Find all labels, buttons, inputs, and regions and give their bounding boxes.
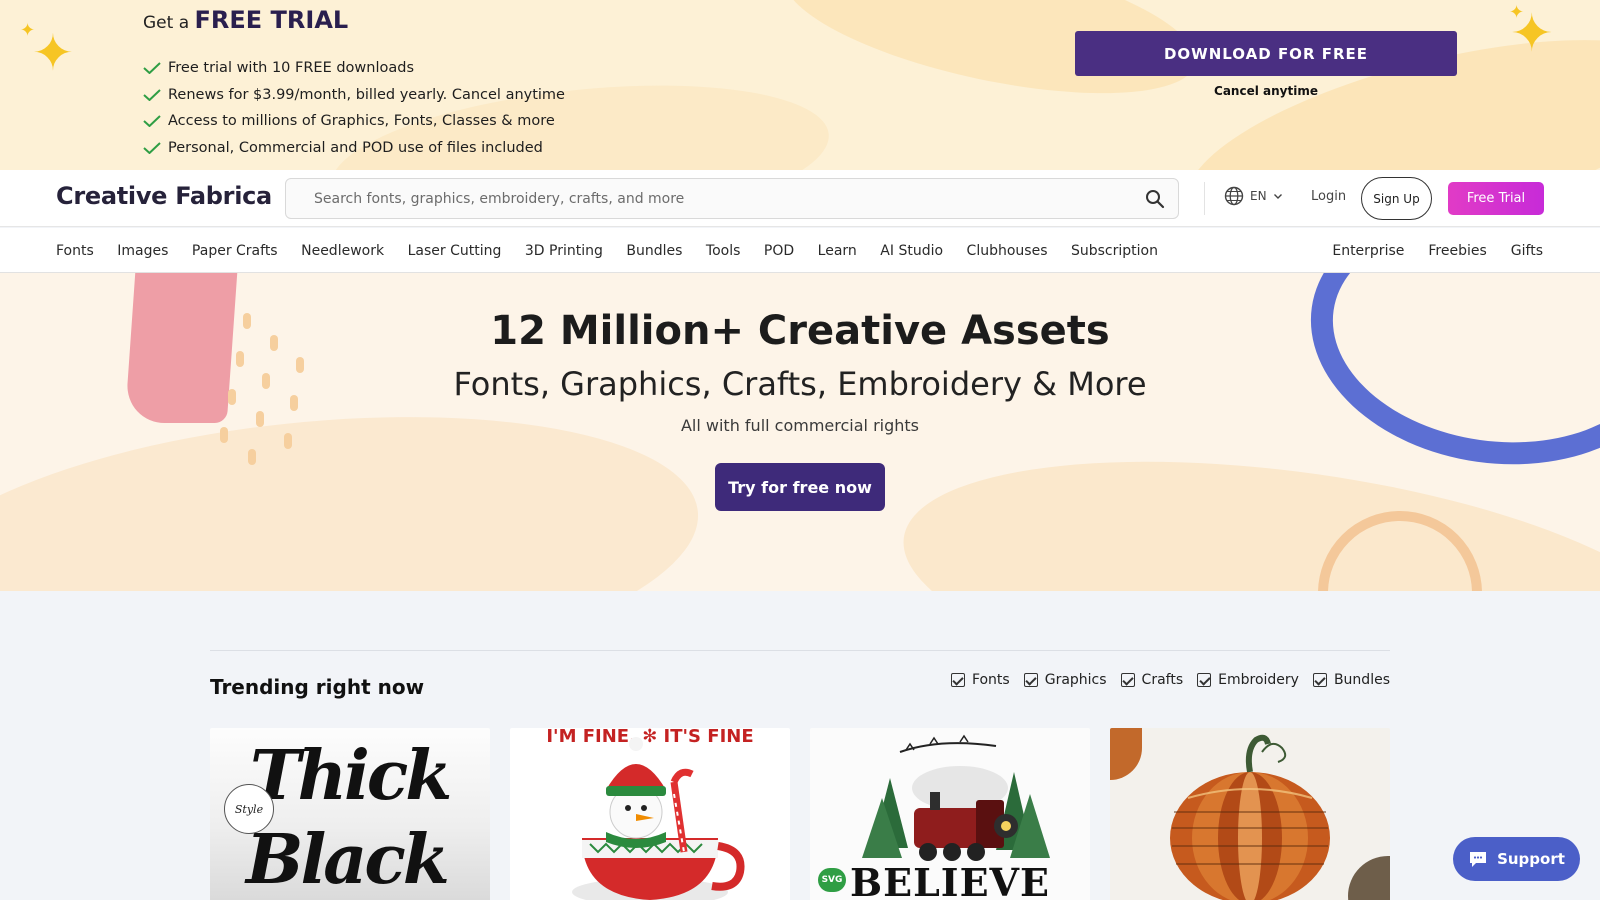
nav-item-needlework[interactable]: Needlework (301, 243, 384, 259)
main-nav-left: Fonts Images Paper Crafts Needlework Las… (56, 228, 1181, 273)
svg-badge: SVG (818, 868, 846, 892)
hero-subtitle: Fonts, Graphics, Crafts, Embroidery & Mo… (453, 365, 1147, 403)
promo-benefit: Access to millions of Graphics, Fonts, C… (143, 108, 565, 135)
checkbox-checked[interactable] (950, 673, 965, 687)
pumpkin-books-icon (1170, 734, 1330, 900)
promo-heading: Get a FREE TRIAL (143, 6, 348, 34)
free-trial-button[interactable]: Free Trial (1448, 182, 1544, 215)
checkbox-checked[interactable] (1312, 673, 1327, 687)
search-button[interactable] (1132, 179, 1178, 218)
nav-item-fonts[interactable]: Fonts (56, 243, 94, 259)
checkbox-checked[interactable] (1197, 673, 1212, 687)
product-card[interactable] (1110, 728, 1390, 900)
nav-item-gifts[interactable]: Gifts (1511, 243, 1543, 259)
product-card[interactable]: I'M FINE, ✻ IT'S FINE (510, 728, 790, 900)
language-selector[interactable]: EN (1224, 186, 1283, 206)
globe-icon (1224, 186, 1244, 206)
checkmark-icon (143, 142, 161, 154)
snowman-mug-illustration (572, 737, 745, 900)
search-bar (285, 178, 1179, 219)
nav-item-pod[interactable]: POD (764, 243, 794, 259)
site-header: Creative Fabrica EN Login Sign Up Free T… (0, 170, 1600, 227)
filter-bundles[interactable]: Bundles (1312, 672, 1390, 688)
hero-title: 12 Million+ Creative Assets (490, 308, 1110, 354)
site-logo[interactable]: Creative Fabrica (56, 182, 272, 210)
checkbox-checked[interactable] (1023, 673, 1038, 687)
filter-crafts[interactable]: Crafts (1120, 672, 1184, 688)
filter-label: Graphics (1044, 672, 1107, 688)
promo-benefit-text: Renews for $3.99/month, billed yearly. C… (168, 86, 565, 103)
filter-label: Embroidery (1218, 672, 1299, 688)
promo-banner: ✦ ✦ ✦ ✦ Get a FREE TRIAL Free trial with… (0, 0, 1600, 170)
nav-item-freebies[interactable]: Freebies (1428, 243, 1486, 259)
filter-graphics[interactable]: Graphics (1023, 672, 1107, 688)
decorative-dot (248, 449, 256, 465)
filter-fonts[interactable]: Fonts (950, 672, 1010, 688)
search-input[interactable] (286, 190, 1132, 207)
promo-benefit-text: Free trial with 10 FREE downloads (168, 60, 415, 77)
section-divider (210, 650, 1390, 651)
decorative-blob (0, 381, 712, 591)
filter-embroidery[interactable]: Embroidery (1197, 672, 1299, 688)
checkmark-icon (143, 115, 161, 128)
trending-filters: Fonts Graphics Crafts Embroidery Bundles (950, 672, 1390, 688)
promo-benefit: Renews for $3.99/month, billed yearly. C… (143, 82, 565, 109)
trending-title: Trending right now (210, 675, 425, 699)
style-badge-text: Style (234, 802, 264, 816)
card-text-top: Thick (250, 736, 452, 816)
style-badge: Style (224, 784, 274, 834)
checkmark-icon (143, 89, 161, 101)
support-label: Support (1497, 850, 1565, 868)
hero-note: All with full commercial rights (680, 416, 920, 435)
hero-section: 12 Million+ Creative Assets Fonts, Graph… (0, 273, 1600, 591)
sparkle-icon: ✦ (32, 24, 74, 82)
svg-badge-text: SVG (821, 875, 843, 885)
nav-item-images[interactable]: Images (117, 243, 168, 259)
checkmark-icon (143, 62, 161, 75)
chat-bubble-icon (1470, 852, 1487, 867)
promo-benefit: Free trial with 10 FREE downloads (143, 55, 565, 82)
support-button[interactable]: Support (1453, 837, 1580, 881)
cancel-anytime-note: Cancel anytime (1214, 84, 1318, 98)
promo-benefit-text: Access to millions of Graphics, Fonts, C… (168, 113, 555, 130)
promo-heading-strong: FREE TRIAL (194, 6, 349, 34)
product-card[interactable]: BELIEVE SVG (810, 728, 1090, 900)
promo-benefits-list: Free trial with 10 FREE downloads Renews… (143, 55, 565, 161)
search-icon (1146, 189, 1165, 208)
sparkle-icon: ✦ (1509, 2, 1525, 23)
nav-item-tools[interactable]: Tools (706, 243, 741, 259)
try-for-free-button[interactable]: Try for free now (715, 463, 885, 511)
nav-item-learn[interactable]: Learn (818, 243, 857, 259)
promo-benefit-text: Personal, Commercial and POD use of file… (168, 139, 543, 156)
card-text-bottom: Black (246, 820, 450, 900)
nav-item-subscription[interactable]: Subscription (1071, 243, 1158, 259)
nav-item-clubhouses[interactable]: Clubhouses (967, 243, 1048, 259)
sparkle-icon: ✦ (20, 20, 36, 41)
trending-cards: Thick Black Style I'M FINE, ✻ IT'S FINE (210, 728, 1390, 900)
checkbox-checked[interactable] (1120, 673, 1135, 687)
nav-item-laser-cutting[interactable]: Laser Cutting (408, 243, 502, 259)
sign-up-button[interactable]: Sign Up (1361, 177, 1432, 220)
product-card[interactable]: Thick Black Style (210, 728, 490, 900)
card-text-bottom: BELIEVE (850, 860, 1050, 900)
filter-label: Bundles (1333, 672, 1390, 688)
download-for-free-button[interactable]: DOWNLOAD FOR FREE (1075, 31, 1457, 76)
filter-label: Fonts (971, 672, 1010, 688)
filter-label: Crafts (1141, 672, 1184, 688)
header-divider (1204, 182, 1205, 215)
promo-heading-prefix: Get a (143, 13, 190, 33)
decorative-dot (284, 433, 292, 449)
nav-item-bundles[interactable]: Bundles (626, 243, 682, 259)
chevron-down-icon (1273, 194, 1282, 199)
nav-item-paper-crafts[interactable]: Paper Crafts (192, 243, 278, 259)
main-nav-right: Enterprise Freebies Gifts (1332, 228, 1543, 273)
promo-benefit: Personal, Commercial and POD use of file… (143, 135, 565, 162)
main-nav: Fonts Images Paper Crafts Needlework Las… (0, 228, 1600, 273)
login-link[interactable]: Login (1311, 189, 1346, 204)
nav-item-ai-studio[interactable]: AI Studio (880, 243, 943, 259)
language-label: EN (1250, 189, 1267, 203)
nav-item-3d-printing[interactable]: 3D Printing (525, 243, 603, 259)
nav-item-enterprise[interactable]: Enterprise (1332, 243, 1404, 259)
